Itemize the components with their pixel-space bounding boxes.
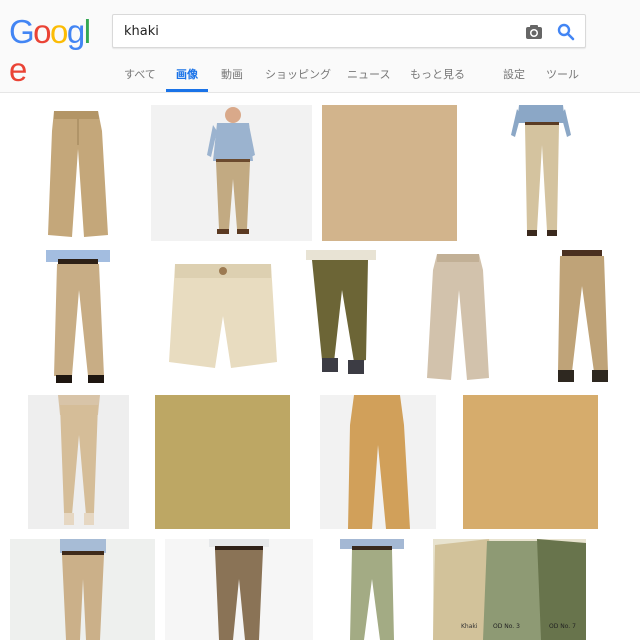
- tab-shopping[interactable]: ショッピング: [265, 66, 331, 92]
- man-khaki-trousers-image[interactable]: [505, 105, 578, 241]
- tab-more[interactable]: もっと見る: [410, 66, 465, 92]
- light-khaki-swatch[interactable]: [463, 395, 598, 529]
- tab-settings[interactable]: 設定: [503, 66, 525, 92]
- tab-videos[interactable]: 動画: [221, 66, 243, 92]
- image-results-grid: Khaki OD No. 3 OD No. 7: [0, 93, 640, 640]
- tab-tools[interactable]: ツール: [546, 66, 579, 92]
- header: Google khaki すべて 画像 動画 ショッピング ニュース もっと見る…: [0, 0, 640, 93]
- brown-chinos-image[interactable]: [165, 539, 313, 640]
- shirt-label-od7: OD No. 7: [549, 623, 576, 630]
- khaki-fabric-swatch[interactable]: [322, 105, 457, 241]
- classic-khakis-image[interactable]: [548, 250, 616, 384]
- logo-letter: l: [83, 13, 91, 50]
- search-tabs: すべて 画像 動画 ショッピング ニュース もっと見る 設定 ツール: [0, 62, 640, 92]
- olive-khaki-pants-image[interactable]: [322, 539, 422, 640]
- stone-khaki-pants-image[interactable]: [423, 250, 493, 384]
- military-shirts-image[interactable]: Khaki OD No. 3 OD No. 7: [433, 539, 586, 640]
- search-icon[interactable]: [557, 23, 575, 41]
- logo-letter: o: [33, 13, 51, 50]
- shirt-label-khaki: Khaki: [461, 623, 478, 630]
- olive-chinos-image[interactable]: [298, 250, 385, 384]
- womens-khaki-joggers-image[interactable]: [28, 395, 129, 529]
- khaki-pants-image[interactable]: [28, 105, 128, 241]
- tab-news[interactable]: ニュース: [347, 66, 390, 92]
- tab-images[interactable]: 画像: [166, 66, 208, 92]
- search-box[interactable]: khaki: [112, 14, 586, 48]
- logo-letter: g: [66, 13, 85, 50]
- shirt-label-od3: OD No. 3: [493, 623, 520, 630]
- tan-chinos-image[interactable]: [320, 395, 436, 529]
- pleated-khaki-pants-image[interactable]: [40, 250, 116, 384]
- slim-khakis-image[interactable]: [10, 539, 155, 640]
- dark-khaki-swatch[interactable]: [155, 395, 290, 529]
- logo-letter: G: [9, 13, 35, 50]
- man-khaki-chinos-image[interactable]: [151, 105, 312, 241]
- search-input[interactable]: khaki: [124, 23, 504, 41]
- tab-all[interactable]: すべて: [124, 66, 156, 92]
- logo-letter: o: [50, 13, 68, 50]
- khaki-shorts-image[interactable]: [165, 250, 282, 384]
- google-logo[interactable]: Google: [9, 13, 101, 88]
- camera-icon[interactable]: [525, 24, 543, 40]
